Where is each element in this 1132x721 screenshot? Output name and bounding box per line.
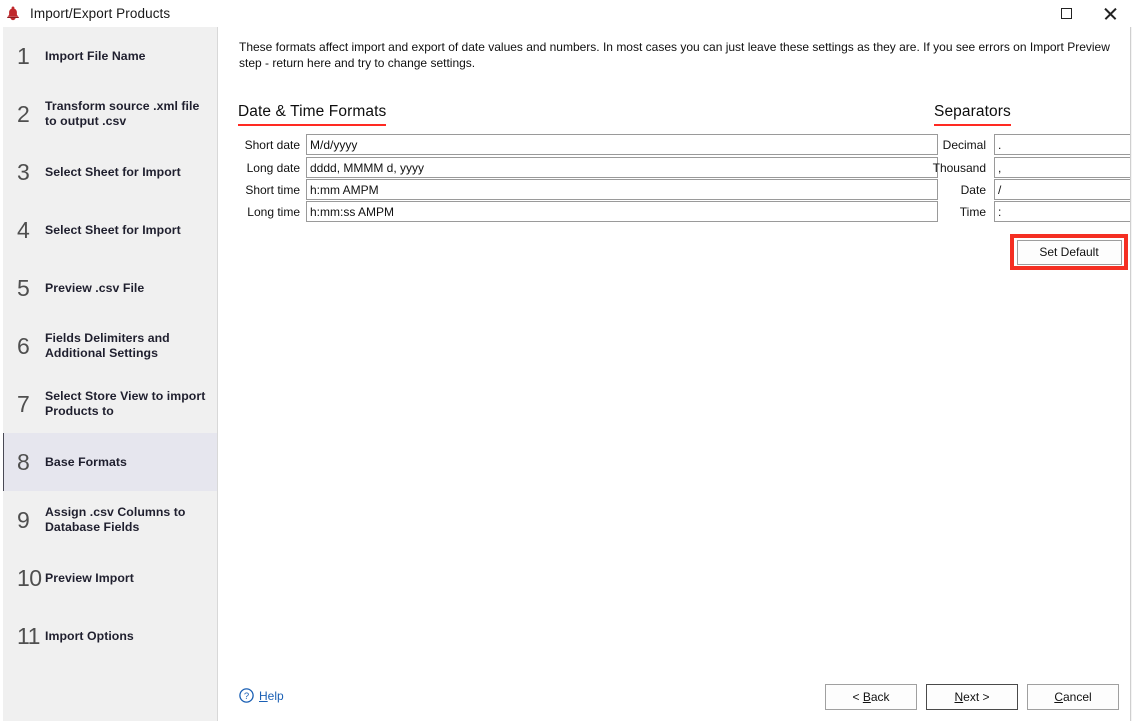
datetime-field-input[interactable] [306, 134, 938, 155]
sidebar-step-2[interactable]: 2 Transform source .xml file to output .c… [3, 85, 217, 143]
next-button[interactable]: Next > [926, 684, 1018, 710]
sidebar-step-number: 11 [17, 622, 40, 649]
footer-buttons: < Back Next > Cancel [825, 684, 1119, 710]
sidebar-step-number: 5 [17, 274, 30, 301]
separator-field-label: Time [959, 204, 986, 219]
datetime-field-label: Long time [247, 204, 300, 219]
sidebar-step-3[interactable]: 3 Select Sheet for Import [3, 143, 217, 201]
separator-field-input[interactable] [994, 134, 1132, 155]
intro-description: These formats affect import and export o… [239, 40, 1110, 70]
sidebar-step-number: 9 [17, 506, 30, 533]
separator-row: Decimal [932, 134, 1132, 155]
separator-field-input[interactable] [994, 201, 1132, 222]
sidebar-step-1[interactable]: 1 Import File Name [3, 27, 217, 85]
sidebar-step-label: Transform source .xml file to output .cs… [45, 99, 200, 128]
sidebar-step-label: Import File Name [45, 48, 146, 63]
wizard-steps-sidebar[interactable]: 1 Import File Name 2 Transform source .xml … [0, 27, 218, 721]
sidebar-step-11[interactable]: 11 Import Options [3, 607, 217, 665]
sidebar-step-label: Import Options [45, 628, 134, 643]
date-time-formats-heading-label: Date & Time Formats [238, 103, 387, 120]
svg-text:?: ? [244, 691, 249, 702]
separator-row: Time [932, 201, 1132, 222]
separator-field-input[interactable] [994, 157, 1132, 178]
datetime-field-label: Long date [246, 160, 300, 175]
separators-heading: Separators [934, 103, 1011, 126]
sidebar-step-label: Preview .csv File [45, 280, 145, 295]
sidebar-step-number: 8 [17, 448, 30, 475]
sidebar-step-number: 2 [17, 100, 30, 127]
datetime-field-input[interactable] [306, 157, 938, 178]
cancel-button[interactable]: Cancel [1027, 684, 1119, 710]
set-default-highlight-annotation: Set Default [1010, 234, 1128, 270]
separator-row: Thousand [932, 157, 1132, 178]
help-link-label: Help [259, 688, 284, 703]
sidebar-step-10[interactable]: 10 Preview Import [3, 549, 217, 607]
sidebar-step-8[interactable]: 8 Base Formats [3, 433, 217, 491]
close-button[interactable] [1088, 0, 1132, 27]
window-controls [1044, 0, 1132, 27]
separator-field-label: Decimal [942, 137, 986, 152]
sidebar-step-6[interactable]: 6 Fields Delimiters and Additional Settin… [3, 317, 217, 375]
sidebar-step-5[interactable]: 5 Preview .csv File [3, 259, 217, 317]
separator-field-label: Thousand [932, 160, 986, 175]
separator-field-input[interactable] [994, 179, 1132, 200]
red-underline-annotation-separators [934, 123, 1011, 126]
datetime-field-label: Short time [245, 182, 300, 197]
main-content-panel: These formats affect import and export o… [219, 27, 1132, 721]
sidebar-step-4[interactable]: 4 Select Sheet for Import [3, 201, 217, 259]
sidebar-step-9[interactable]: 9 Assign .csv Columns to Database Fields [3, 491, 217, 549]
separator-row: Date [932, 179, 1132, 200]
separators-heading-label: Separators [934, 103, 1011, 120]
sidebar-step-number: 3 [17, 158, 30, 185]
sidebar-step-number: 7 [17, 390, 30, 417]
close-icon [1103, 7, 1117, 21]
datetime-row: Short date [238, 134, 938, 155]
maximize-icon [1060, 8, 1072, 19]
sidebar-step-7[interactable]: 7 Select Store View to import Products to [3, 375, 217, 433]
title-bar: Import/Export Products [0, 0, 1132, 27]
sidebar-step-label: Select Store View to import Products to [45, 389, 206, 418]
window-title: Import/Export Products [30, 6, 171, 21]
sidebar-step-label: Select Sheet for Import [45, 164, 181, 179]
sidebar-step-label: Fields Delimiters and Additional Setting… [45, 331, 170, 360]
sidebar-step-label: Preview Import [45, 570, 134, 585]
footer-button-label: Cancel [1054, 690, 1092, 704]
help-link[interactable]: ? Help [239, 688, 284, 703]
datetime-field-input[interactable] [306, 201, 938, 222]
datetime-row: Long date [238, 157, 938, 178]
set-default-button[interactable]: Set Default [1016, 239, 1122, 265]
sidebar-step-number: 1 [17, 42, 30, 69]
datetime-field-label: Short date [244, 137, 300, 152]
help-question-icon: ? [239, 688, 254, 703]
sidebar-step-number: 10 [17, 564, 42, 591]
sidebar-step-label: Base Formats [45, 454, 127, 469]
separator-field-label: Date [960, 182, 986, 197]
datetime-row: Long time [238, 201, 938, 222]
datetime-field-input[interactable] [306, 179, 938, 200]
import-export-products-window: Import/Export Products 1 Import File Name… [0, 0, 1132, 721]
red-underline-annotation-datetime [238, 123, 387, 126]
back-button[interactable]: < Back [825, 684, 917, 710]
bell-app-icon [2, 3, 24, 25]
sidebar-step-label: Assign .csv Columns to Database Fields [45, 505, 186, 534]
datetime-row: Short time [238, 179, 938, 200]
maximize-button[interactable] [1044, 0, 1088, 27]
footer-button-label: Next > [954, 690, 990, 704]
sidebar-step-label: Select Sheet for Import [45, 222, 181, 237]
sidebar-step-number: 4 [17, 216, 30, 243]
sidebar-step-number: 6 [17, 332, 30, 359]
footer-button-label: < Back [852, 690, 890, 704]
date-time-formats-heading: Date & Time Formats [238, 103, 387, 126]
